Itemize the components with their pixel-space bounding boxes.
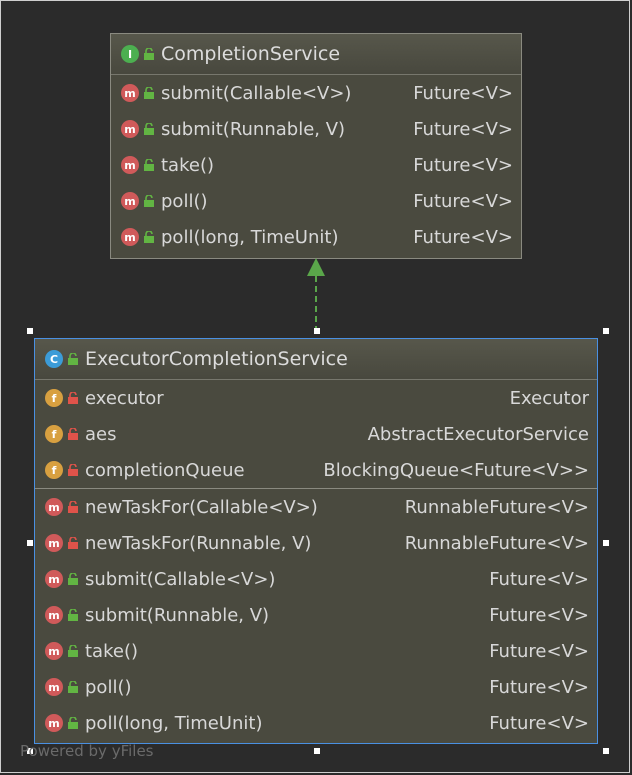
return-type: Future<V> <box>489 640 589 662</box>
private-lock-icon <box>67 428 79 440</box>
private-lock-icon <box>67 464 79 476</box>
watermark: Powered by yFiles <box>20 742 154 760</box>
return-type: RunnableFuture<V> <box>404 532 589 554</box>
interface-icon: I <box>121 45 139 63</box>
field-icon: f <box>45 425 63 443</box>
method-row[interactable]: m submit(Runnable, V) Future<V> <box>35 597 597 633</box>
method-icon: m <box>121 156 139 174</box>
public-lock-icon <box>67 717 79 729</box>
public-lock-icon <box>67 609 79 621</box>
field-row[interactable]: f executor Executor <box>35 380 597 416</box>
selection-handle[interactable] <box>27 540 33 546</box>
selection-handle[interactable] <box>603 540 609 546</box>
return-type: Future<V> <box>489 568 589 590</box>
method-row[interactable]: m submit(Runnable, V) Future<V> <box>111 111 521 147</box>
method-icon: m <box>121 84 139 102</box>
method-row[interactable]: m take() Future<V> <box>35 633 597 669</box>
method-icon: m <box>45 570 63 588</box>
public-lock-icon <box>143 48 155 60</box>
private-lock-icon <box>67 537 79 549</box>
return-type: Future<V> <box>413 190 513 212</box>
method-row[interactable]: m poll(long, TimeUnit) Future<V> <box>35 705 597 741</box>
public-lock-icon <box>143 231 155 243</box>
public-lock-icon <box>143 159 155 171</box>
return-type: Future<V> <box>413 118 513 140</box>
method-name: take() <box>85 640 138 662</box>
method-name: poll(long, TimeUnit) <box>161 226 339 248</box>
return-type: Future<V> <box>413 82 513 104</box>
public-lock-icon <box>67 353 79 365</box>
method-name: submit(Callable<V>) <box>161 82 352 104</box>
field-icon: f <box>45 461 63 479</box>
return-type: Future<V> <box>489 676 589 698</box>
public-lock-icon <box>143 195 155 207</box>
method-icon: m <box>121 192 139 210</box>
private-lock-icon <box>67 501 79 513</box>
method-icon: m <box>45 534 63 552</box>
field-name: completionQueue <box>85 459 245 481</box>
method-row[interactable]: m newTaskFor(Callable<V>) RunnableFuture… <box>35 488 597 525</box>
implements-arrow <box>307 258 325 332</box>
method-name: poll(long, TimeUnit) <box>85 712 263 734</box>
return-type: RunnableFuture<V> <box>404 496 589 518</box>
method-icon: m <box>45 678 63 696</box>
method-row[interactable]: m poll(long, TimeUnit) Future<V> <box>111 219 521 255</box>
method-row[interactable]: m submit(Callable<V>) Future<V> <box>111 75 521 111</box>
method-name: poll() <box>161 190 208 212</box>
selection-handle[interactable] <box>27 328 33 334</box>
method-name: submit(Runnable, V) <box>85 604 270 626</box>
method-icon: m <box>121 120 139 138</box>
field-name: aes <box>85 423 117 445</box>
method-name: poll() <box>85 676 132 698</box>
public-lock-icon <box>67 681 79 693</box>
method-row[interactable]: m poll() Future<V> <box>111 183 521 219</box>
method-row[interactable]: m take() Future<V> <box>111 147 521 183</box>
return-type: Future<V> <box>413 226 513 248</box>
method-row[interactable]: m newTaskFor(Runnable, V) RunnableFuture… <box>35 525 597 561</box>
node-header: I CompletionService <box>111 34 521 75</box>
selection-handle[interactable] <box>603 748 609 754</box>
return-type: Future<V> <box>489 604 589 626</box>
selection-handle[interactable] <box>314 328 320 334</box>
method-icon: m <box>45 642 63 660</box>
field-type: AbstractExecutorService <box>367 423 589 445</box>
field-row[interactable]: f completionQueue BlockingQueue<Future<V… <box>35 452 597 488</box>
selection-handle[interactable] <box>603 328 609 334</box>
method-icon: m <box>45 498 63 516</box>
method-name: newTaskFor(Callable<V>) <box>85 496 318 518</box>
executor-completion-service-node[interactable]: C ExecutorCompletionService f executor E… <box>34 338 598 744</box>
node-header: C ExecutorCompletionService <box>35 339 597 380</box>
method-row[interactable]: m submit(Callable<V>) Future<V> <box>35 561 597 597</box>
method-row[interactable]: m poll() Future<V> <box>35 669 597 705</box>
arrow-head-icon <box>307 258 325 276</box>
class-icon: C <box>45 350 63 368</box>
public-lock-icon <box>67 573 79 585</box>
node-title: CompletionService <box>161 43 341 65</box>
completion-service-node[interactable]: I CompletionService m submit(Callable<V>… <box>110 33 522 259</box>
selection-handle[interactable] <box>314 748 320 754</box>
field-type: BlockingQueue<Future<V>> <box>323 459 589 481</box>
field-type: Executor <box>509 387 589 409</box>
method-icon: m <box>45 714 63 732</box>
method-name: take() <box>161 154 214 176</box>
public-lock-icon <box>67 645 79 657</box>
return-type: Future<V> <box>489 712 589 734</box>
private-lock-icon <box>67 392 79 404</box>
method-icon: m <box>45 606 63 624</box>
return-type: Future<V> <box>413 154 513 176</box>
method-icon: m <box>121 228 139 246</box>
field-name: executor <box>85 387 164 409</box>
method-name: submit(Callable<V>) <box>85 568 276 590</box>
method-name: submit(Runnable, V) <box>161 118 346 140</box>
node-title: ExecutorCompletionService <box>85 348 348 370</box>
field-icon: f <box>45 389 63 407</box>
method-name: newTaskFor(Runnable, V) <box>85 532 312 554</box>
field-row[interactable]: f aes AbstractExecutorService <box>35 416 597 452</box>
public-lock-icon <box>143 123 155 135</box>
public-lock-icon <box>143 87 155 99</box>
